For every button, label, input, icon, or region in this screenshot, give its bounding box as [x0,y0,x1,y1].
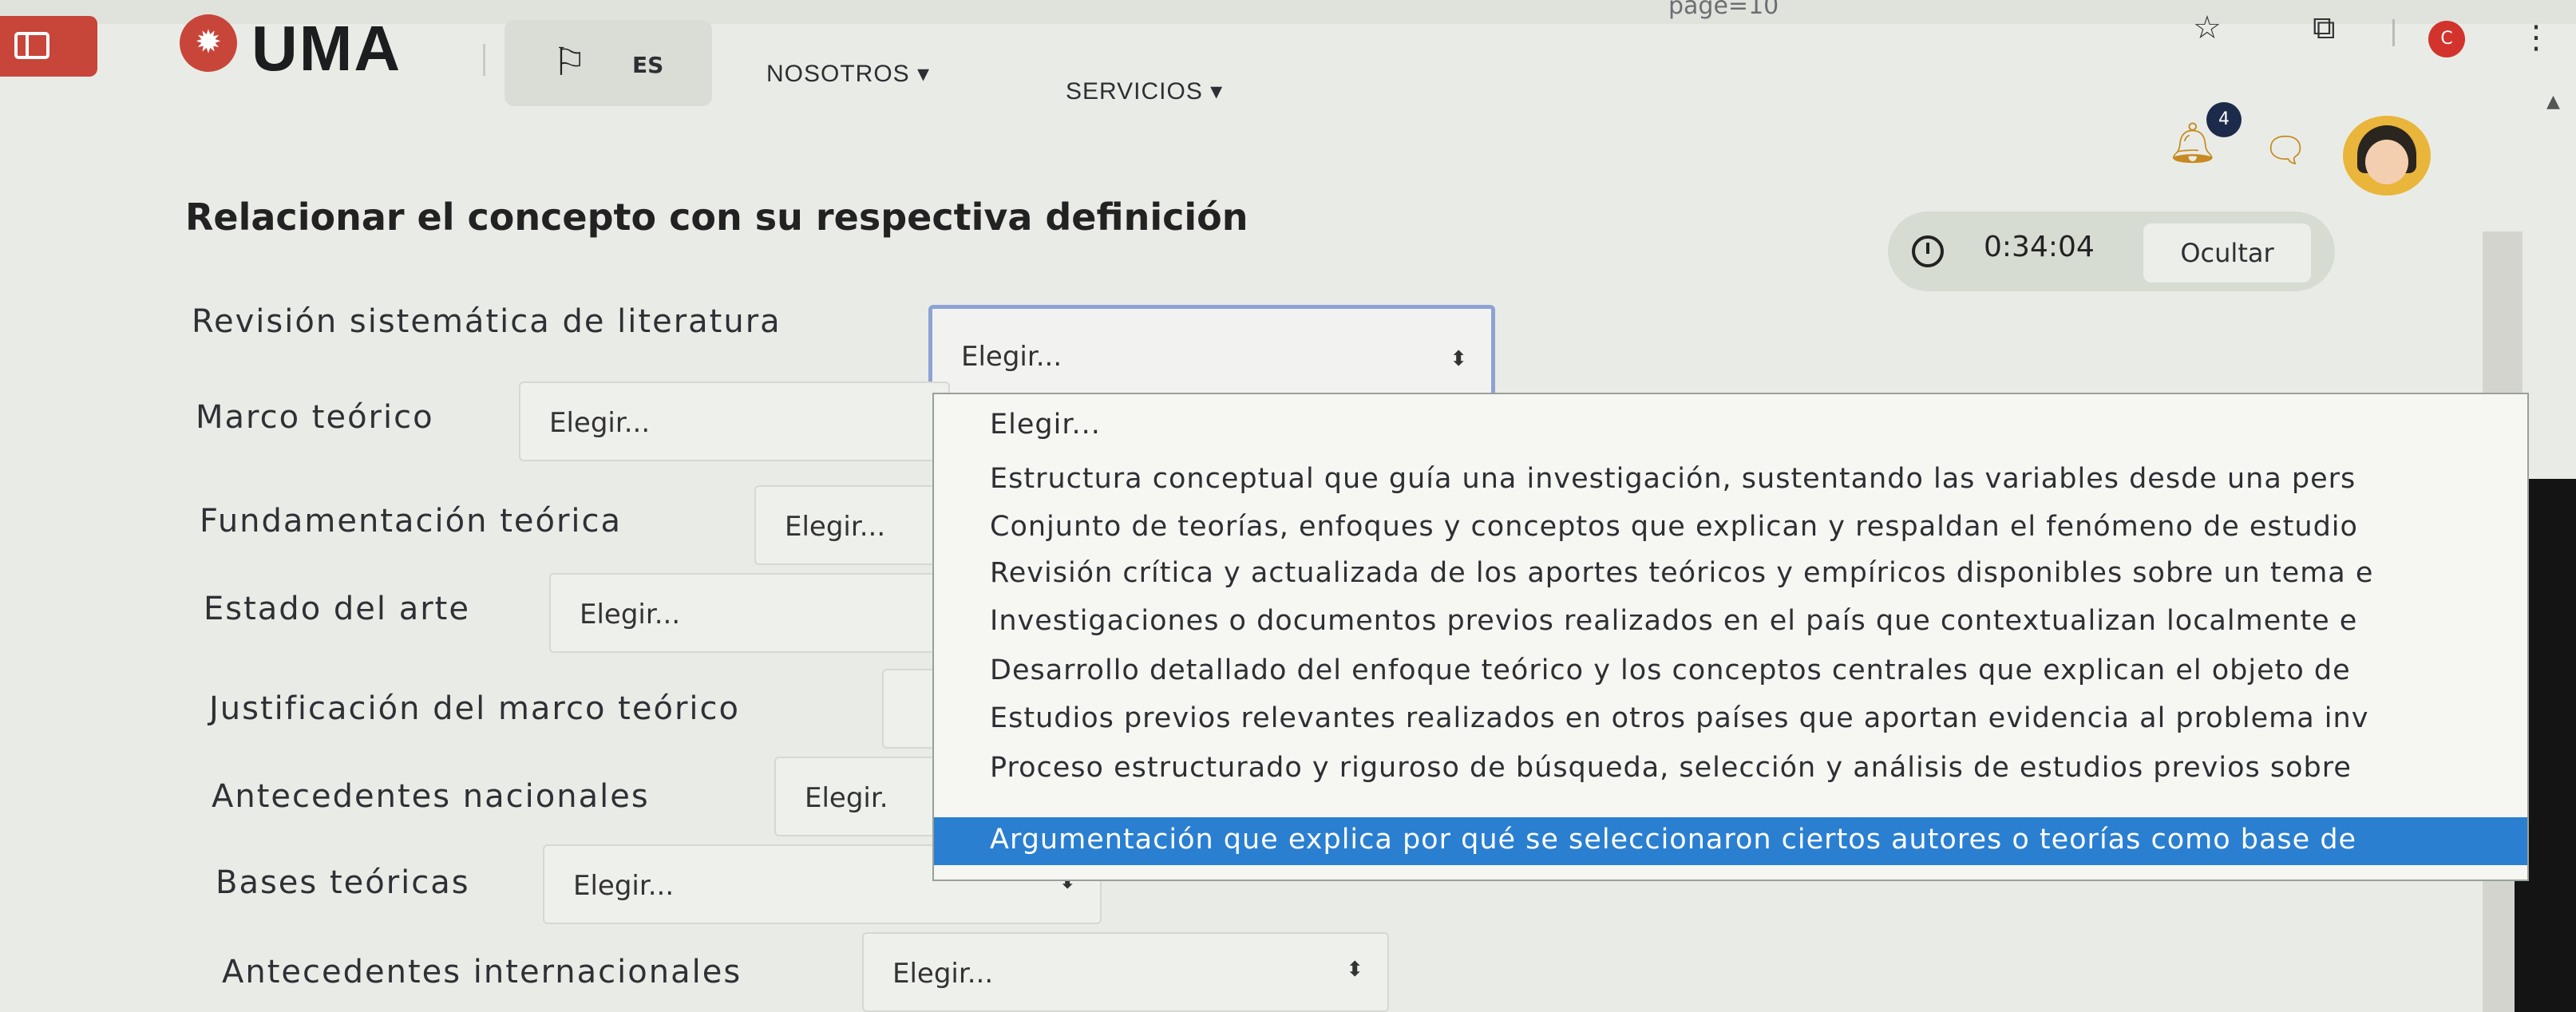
dropdown-option[interactable]: Elegir... [934,402,2527,450]
logo-icon: ✹ [180,14,237,72]
user-avatar[interactable] [2343,116,2431,196]
concept-select[interactable]: Elegir... [754,485,946,565]
concept-select[interactable]: Elegir... ⬍ [862,932,1389,1012]
hide-timer-button[interactable]: Ocultar [2143,223,2311,283]
select-arrows-icon: ⬍ [1450,347,1467,371]
concept-select[interactable]: Elegir... [519,381,950,461]
row-label: Justificación del marco teórico [209,690,740,727]
clock-icon [1912,235,1944,267]
app-header: ✹ UMA ⚐ ES NOSOTROS ▾ SERVICIOS ▾ [0,0,2576,120]
dropdown-option-selected[interactable]: Argumentación que explica por qué se sel… [934,817,2527,865]
concept-select[interactable]: Elegir. [774,757,950,836]
header-divider [483,44,485,76]
row-label: Estado del arte [204,591,470,627]
dropdown-option[interactable]: Proceso estructurado y riguroso de búsqu… [934,745,2527,793]
row-label: Antecedentes internacionales [222,954,742,990]
dropdown-option[interactable]: Conjunto de teorías, enfoques y concepto… [934,504,2527,552]
dropdown-list[interactable]: Elegir... Estructura conceptual que guía… [932,393,2529,881]
sidebar-toggle-button[interactable] [0,16,97,77]
dropdown-option[interactable]: Desarrollo detallado del enfoque teórico… [934,648,2527,696]
nav-servicios[interactable]: SERVICIOS ▾ [1066,77,1223,105]
dropdown-option[interactable]: Estudios previos relevantes realizados e… [934,696,2527,744]
select-arrows-icon: ⬍ [1346,958,1363,982]
language-button[interactable]: ⚐ ES [505,20,712,106]
notification-badge: 4 [2206,102,2242,137]
row-label: Fundamentación teórica [200,503,623,540]
chat-icon[interactable]: 🗨︎ [2263,129,2308,171]
dropdown-option[interactable]: Investigaciones o documentos previos rea… [934,599,2527,646]
row-label: Revisión sistemática de literatura [192,303,782,340]
question-title: Relacionar el concepto con su respectiva… [185,196,1248,239]
concept-select[interactable]: Elegir... ⬍ [928,305,1495,407]
language-label: ES [632,52,664,78]
row-label: Antecedentes nacionales [212,778,650,815]
dropdown-option[interactable]: Estructura conceptual que guía una inves… [934,457,2527,504]
sidebar-icon [14,32,49,59]
concept-select[interactable]: Elegir... [549,573,948,653]
row-label: Bases teóricas [216,864,470,901]
flag-icon: ⚐ [552,40,588,85]
row-label: Marco teórico [196,399,434,436]
logo-text[interactable]: UMA [251,12,402,85]
timer-panel: 0:34:04 Ocultar [1888,211,2335,291]
timer-value: 0:34:04 [1984,231,2095,263]
nav-nosotros[interactable]: NOSOTROS ▾ [766,60,930,88]
dropdown-option[interactable]: Revisión crítica y actualizada de los ap… [934,551,2527,599]
